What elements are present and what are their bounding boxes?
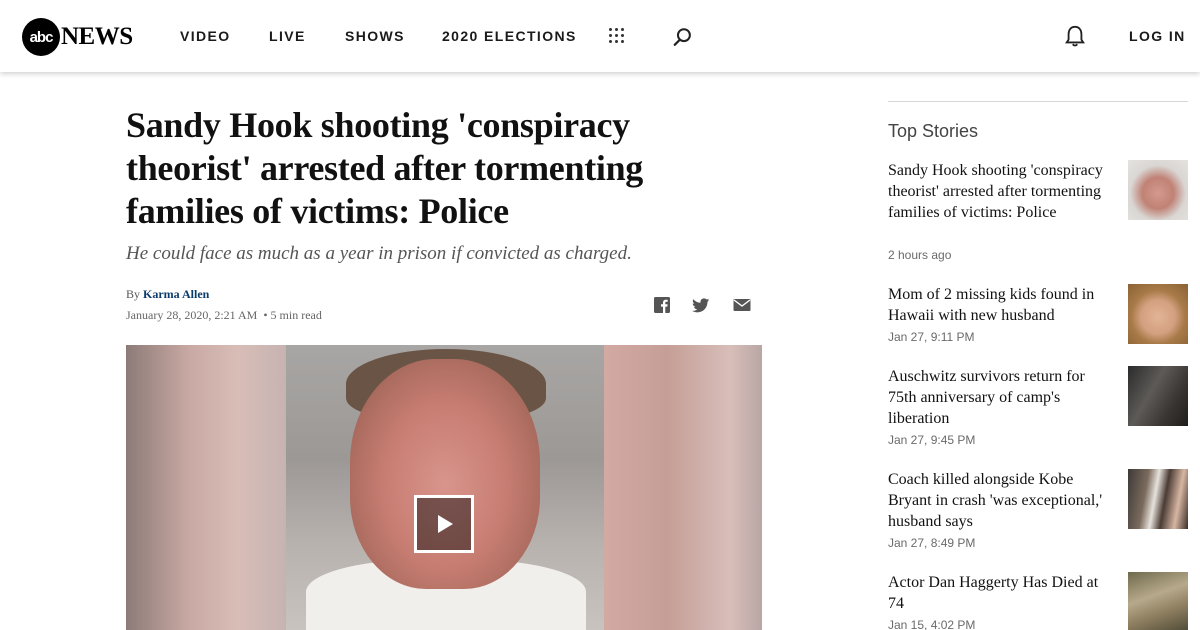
story-time: Jan 15, 4:02 PM [888, 618, 976, 630]
play-button[interactable] [414, 495, 474, 553]
story-thumbnail[interactable] [1128, 366, 1188, 426]
video-player[interactable] [126, 345, 762, 630]
sidebar-divider [888, 101, 1188, 102]
mugshot-photo [286, 345, 604, 630]
search-icon[interactable] [672, 26, 694, 48]
top-story-item[interactable]: Sandy Hook shooting 'conspiracy theorist… [888, 160, 1193, 270]
article-headline: Sandy Hook shooting 'conspiracy theorist… [126, 105, 644, 231]
dateline: January 28, 2020, 2:21 AM • 5 min read [126, 308, 322, 323]
top-story-item[interactable]: Auschwitz survivors return for 75th anni… [888, 366, 1193, 456]
blurred-background-left [126, 345, 286, 630]
nav-video[interactable]: VIDEO [180, 28, 231, 44]
story-title[interactable]: Sandy Hook shooting 'conspiracy theorist… [888, 160, 1116, 223]
story-thumbnail[interactable] [1128, 572, 1188, 630]
story-time: 2 hours ago [888, 248, 952, 262]
story-thumbnail[interactable] [1128, 160, 1188, 220]
byline: By Karma Allen [126, 287, 209, 302]
story-time: Jan 27, 9:11 PM [888, 330, 975, 344]
story-title[interactable]: Auschwitz survivors return for 75th anni… [888, 366, 1116, 429]
top-story-item[interactable]: Actor Dan Haggerty Has Died at 74 Jan 15… [888, 572, 1193, 630]
nav-shows[interactable]: SHOWS [345, 28, 405, 44]
story-title[interactable]: Actor Dan Haggerty Has Died at 74 [888, 572, 1116, 614]
story-title[interactable]: Mom of 2 missing kids found in Hawaii wi… [888, 284, 1116, 326]
bell-icon[interactable] [1064, 24, 1086, 48]
top-story-item[interactable]: Coach killed alongside Kobe Bryant in cr… [888, 469, 1193, 559]
top-stories-heading: Top Stories [888, 121, 979, 141]
byline-prefix: By [126, 287, 141, 301]
nav-2020-elections[interactable]: 2020 ELECTIONS [442, 28, 577, 44]
grid-menu-icon[interactable] [608, 27, 626, 45]
nav-live[interactable]: LIVE [269, 28, 306, 44]
facebook-icon[interactable] [653, 296, 671, 314]
story-title[interactable]: Coach killed alongside Kobe Bryant in cr… [888, 469, 1116, 532]
author-link[interactable]: Karma Allen [143, 287, 209, 301]
news-wordmark: NEWS [61, 23, 133, 50]
twitter-icon[interactable] [692, 296, 710, 314]
story-thumbnail[interactable] [1128, 284, 1188, 344]
abc-news-logo[interactable]: abc NEWS [22, 17, 133, 57]
blurred-background-right [604, 345, 762, 630]
story-thumbnail[interactable] [1128, 469, 1188, 529]
top-story-item[interactable]: Mom of 2 missing kids found in Hawaii wi… [888, 284, 1193, 354]
abc-logo-mark: abc [22, 18, 60, 56]
play-icon [438, 515, 453, 533]
site-header: abc NEWS VIDEO LIVE SHOWS 2020 ELECTIONS… [0, 0, 1200, 72]
story-time: Jan 27, 9:45 PM [888, 433, 976, 447]
read-time: • 5 min read [263, 308, 322, 322]
story-time: Jan 27, 8:49 PM [888, 536, 976, 550]
login-button[interactable]: LOG IN [1129, 28, 1186, 44]
publish-date: January 28, 2020, 2:21 AM [126, 308, 258, 322]
article-subhead: He could face as much as a year in priso… [126, 243, 632, 264]
email-icon[interactable] [733, 296, 751, 314]
